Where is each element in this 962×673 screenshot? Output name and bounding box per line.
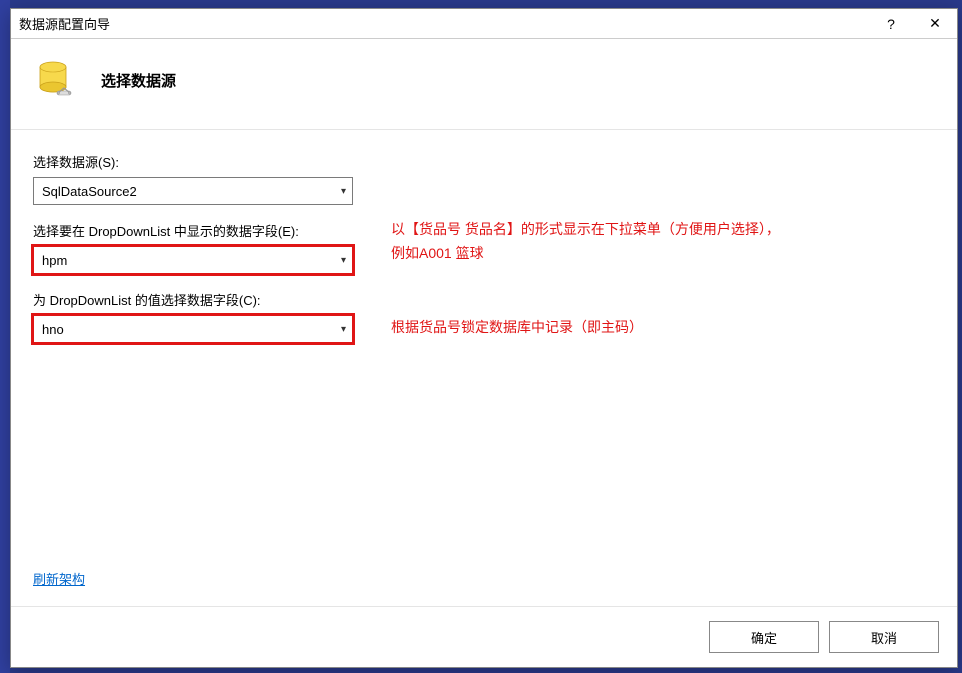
titlebar: 数据源配置向导 ? ✕ bbox=[11, 9, 957, 39]
database-icon bbox=[35, 59, 77, 101]
datasource-label: 选择数据源(S): bbox=[33, 152, 935, 171]
value-field-value: hno bbox=[42, 322, 341, 337]
annotation-value: 根据货品号锁定数据库中记录（即主码） bbox=[391, 316, 643, 340]
ok-button[interactable]: 确定 bbox=[709, 621, 819, 653]
value-field-label: 为 DropDownList 的值选择数据字段(C): bbox=[33, 290, 935, 309]
datasource-field-block: 选择数据源(S): SqlDataSource2 ▾ bbox=[33, 152, 935, 205]
annotation-display: 以【货品号 货品名】的形式显示在下拉菜单（方便用户选择）， 例如A001 篮球 bbox=[391, 218, 780, 266]
cancel-button[interactable]: 取消 bbox=[829, 621, 939, 653]
wizard-header: 选择数据源 bbox=[11, 39, 957, 129]
wizard-step-title: 选择数据源 bbox=[101, 70, 176, 91]
wizard-dialog: 数据源配置向导 ? ✕ 选择数据源 bbox=[10, 8, 958, 668]
help-button[interactable]: ? bbox=[869, 9, 913, 39]
chevron-down-icon: ▾ bbox=[341, 255, 346, 266]
refresh-schema-link[interactable]: 刷新架构 bbox=[33, 569, 85, 588]
ok-button-label: 确定 bbox=[751, 628, 777, 647]
wizard-content: 选择数据源(S): SqlDataSource2 ▾ 选择要在 DropDown… bbox=[11, 130, 957, 606]
datasource-value: SqlDataSource2 bbox=[42, 184, 341, 199]
chevron-down-icon: ▾ bbox=[341, 186, 346, 197]
chevron-down-icon: ▾ bbox=[341, 324, 346, 335]
display-field-combobox[interactable]: hpm ▾ bbox=[33, 246, 353, 274]
cancel-button-label: 取消 bbox=[871, 628, 897, 647]
dialog-footer: 确定 取消 bbox=[11, 606, 957, 667]
value-field-combobox[interactable]: hno ▾ bbox=[33, 315, 353, 343]
dialog-title: 数据源配置向导 bbox=[19, 14, 869, 33]
display-field-value: hpm bbox=[42, 253, 341, 268]
close-button[interactable]: ✕ bbox=[913, 9, 957, 39]
close-icon: ✕ bbox=[929, 15, 941, 32]
background-stripe bbox=[0, 0, 10, 673]
datasource-combobox[interactable]: SqlDataSource2 ▾ bbox=[33, 177, 353, 205]
help-icon: ? bbox=[887, 16, 895, 32]
